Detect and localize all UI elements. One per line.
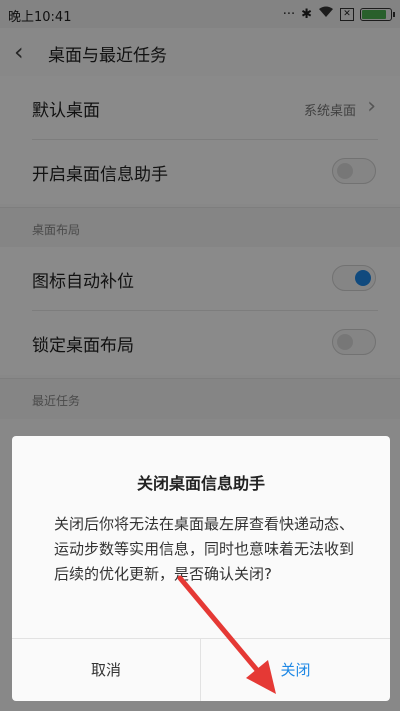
red-arrow-icon xyxy=(177,575,276,694)
